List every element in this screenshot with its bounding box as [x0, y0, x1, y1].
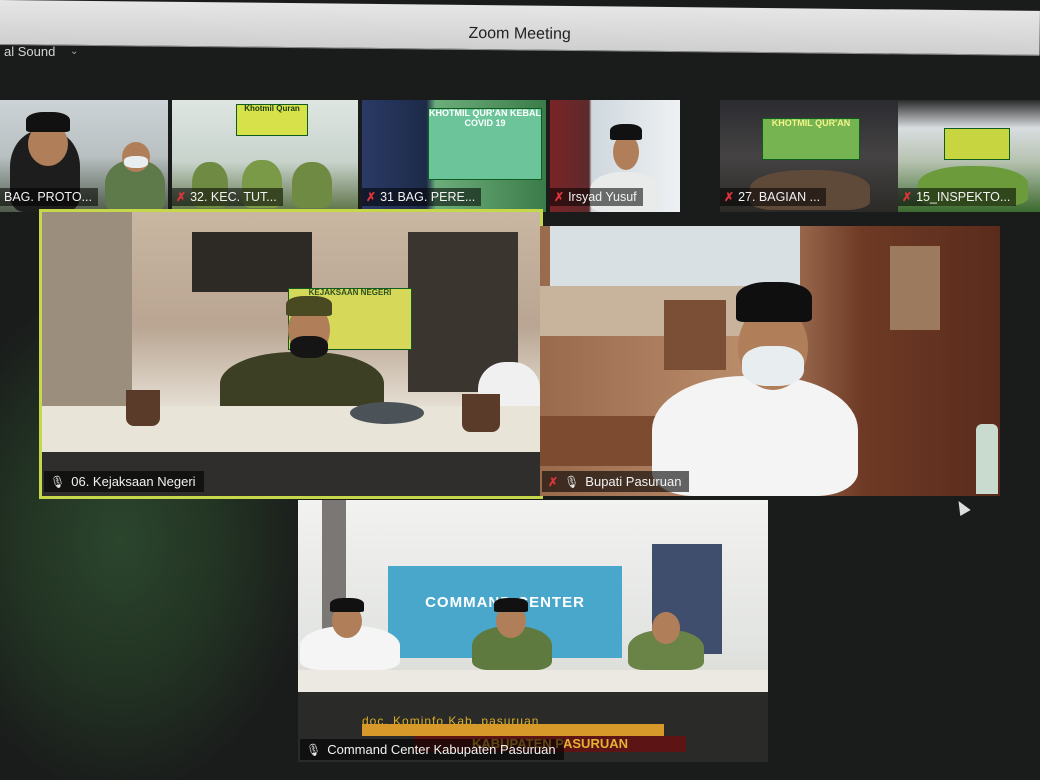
thumbnail-2[interactable]: KHOTMIL QUR'AN KEBAL COVID 19 ✗ 31 BAG. …: [362, 100, 546, 212]
participant-name: BAG. PROTO...: [4, 190, 92, 204]
mic-muted-icon: ✗: [548, 474, 559, 489]
participant-name: 31 BAG. PERE...: [380, 190, 476, 204]
participant-name: Command Center Kabupaten Pasuruan: [327, 742, 556, 757]
thumbnail-banner: KHOTMIL QUR'AN: [762, 118, 860, 160]
mic-muted-icon: ✗: [554, 190, 565, 204]
title-bar: Zoom Meeting: [0, 0, 1040, 56]
thumbnail-name-tag: ✗ Irsyad Yusuf: [550, 188, 643, 206]
chevron-down-icon[interactable]: ⌄: [70, 46, 78, 57]
microphone-icon: 🎙: [50, 474, 66, 489]
thumbnail-4[interactable]: KHOTMIL QUR'AN ✗ 27. BAGIAN ...: [720, 100, 900, 212]
thumbnail-5[interactable]: ✗ 15_INSPEKTO...: [898, 100, 1040, 212]
participant-name: Bupati Pasuruan: [585, 474, 682, 489]
mic-muted-icon: ✗: [366, 190, 377, 204]
mic-muted-icon: ✗: [724, 190, 735, 204]
microphone-icon: 🎙: [306, 742, 322, 757]
thumbnail-name-tag: ✗ 32. KEC. TUT...: [172, 188, 283, 206]
thumbnail-banner: KHOTMIL QUR'AN KEBAL COVID 19: [428, 108, 542, 180]
audio-setting-label[interactable]: al Sound: [0, 44, 55, 64]
video-tile-kejaksaan[interactable]: KEJAKSAAN NEGERI 🎙 06. Kejaksaan Negeri: [39, 209, 543, 499]
thumbnail-3[interactable]: ✗ Irsyad Yusuf: [550, 100, 680, 212]
tile-name-tag: 🎙 Command Center Kabupaten Pasuruan: [300, 739, 564, 760]
mic-muted-icon: ✗: [902, 190, 913, 204]
window-title: Zoom Meeting: [468, 24, 571, 43]
thumbnail-banner: Khotmil Quran: [236, 104, 308, 136]
video-tile-command-center[interactable]: COMMAND CENTER doc. Kominfo Kab. pasurua…: [298, 500, 768, 762]
participant-name: 06. Kejaksaan Negeri: [71, 474, 196, 489]
thumbnail-1[interactable]: Khotmil Quran ✗ 32. KEC. TUT...: [172, 100, 358, 212]
thumbnail-banner: [944, 128, 1010, 160]
thumbnail-0[interactable]: BAG. PROTO...: [0, 100, 168, 212]
participant-name: 32. KEC. TUT...: [190, 190, 277, 204]
tile-name-tag: ✗ 🎙 Bupati Pasuruan: [542, 471, 690, 492]
mouse-cursor-icon: [953, 497, 971, 517]
video-tile-bupati[interactable]: ✗ 🎙 Bupati Pasuruan: [540, 226, 1000, 496]
participant-name: 27. BAGIAN ...: [738, 190, 821, 204]
microphone-icon: 🎙: [564, 474, 580, 489]
participant-name: 15_INSPEKTO...: [916, 190, 1011, 204]
thumbnail-name-tag: ✗ 27. BAGIAN ...: [720, 188, 827, 206]
thumbnail-name-tag: ✗ 31 BAG. PERE...: [362, 188, 482, 206]
thumbnail-name-tag: ✗ 15_INSPEKTO...: [898, 188, 1017, 206]
participant-name: Irsyad Yusuf: [568, 190, 637, 204]
thumbnail-name-tag: BAG. PROTO...: [0, 188, 98, 206]
tile-name-tag: 🎙 06. Kejaksaan Negeri: [44, 471, 204, 492]
mic-muted-icon: ✗: [176, 190, 187, 204]
